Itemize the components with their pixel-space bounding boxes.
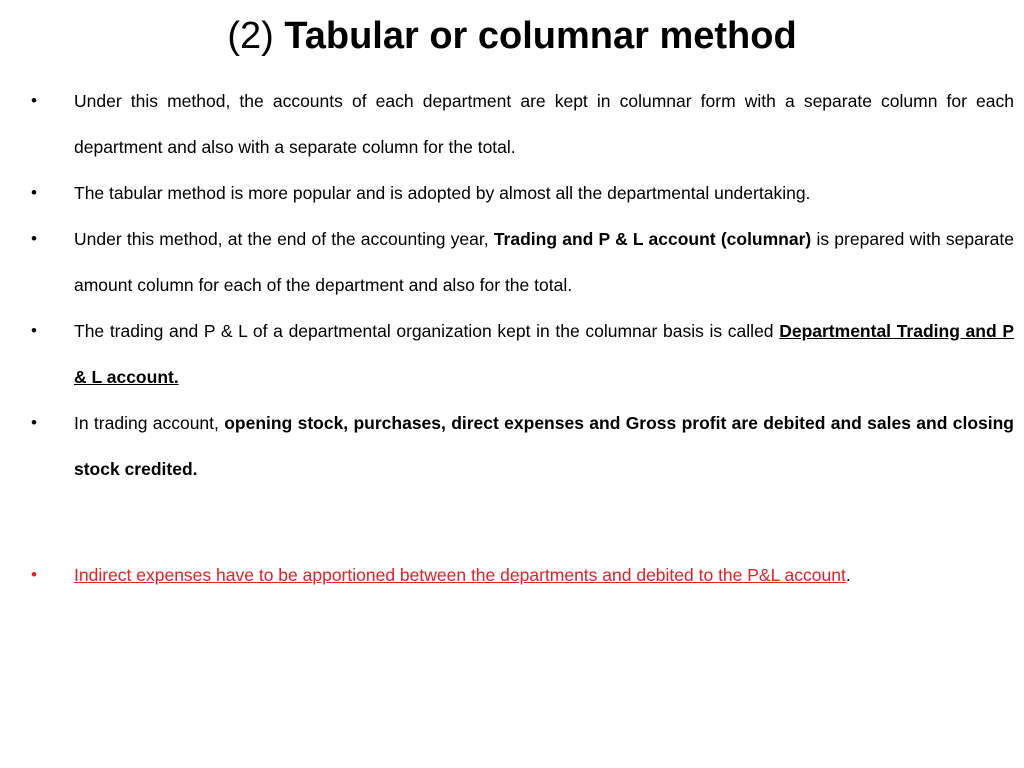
bullet-list: • Under this method, the accounts of eac… bbox=[0, 78, 1024, 598]
bullet-text: The tabular method is more popular and i… bbox=[74, 183, 811, 203]
bullet-red-underlined-text: Indirect expenses have to be apportioned… bbox=[74, 565, 846, 585]
bullet-text: Under this method, the accounts of each … bbox=[74, 91, 1014, 157]
title-main: Tabular or columnar method bbox=[284, 15, 797, 57]
bullet-item-departmental-account: • The trading and P & L of a departmenta… bbox=[0, 308, 1024, 400]
bullet-bold-text: Trading and P & L account (columnar) bbox=[493, 229, 812, 249]
bullet-item-indirect-expenses: • Indirect expenses have to be apportion… bbox=[0, 552, 1024, 598]
title-prefix: (2) bbox=[227, 15, 274, 57]
slide-title: (2) Tabular or columnar method bbox=[0, 8, 1024, 64]
bullet-text: Under this method, at the end of the acc… bbox=[74, 229, 494, 249]
bullet-icon: • bbox=[31, 413, 37, 432]
bullet-item-columnar-form: • Under this method, the accounts of eac… bbox=[0, 78, 1024, 170]
bullet-text: The trading and P & L of a departmental … bbox=[74, 321, 780, 341]
bullet-icon: • bbox=[31, 91, 37, 110]
bullet-text: . bbox=[845, 565, 851, 585]
bullet-item-popularity: • The tabular method is more popular and… bbox=[0, 170, 1024, 216]
bullet-item-year-end: • Under this method, at the end of the a… bbox=[0, 216, 1024, 308]
bullet-text: In trading account, bbox=[74, 413, 225, 433]
bullet-item-trading-account: • In trading account, opening stock, pur… bbox=[0, 400, 1024, 492]
bullet-icon: • bbox=[31, 565, 37, 584]
bullet-icon: • bbox=[31, 321, 37, 340]
bullet-icon: • bbox=[31, 183, 37, 202]
bullet-icon: • bbox=[31, 229, 37, 248]
